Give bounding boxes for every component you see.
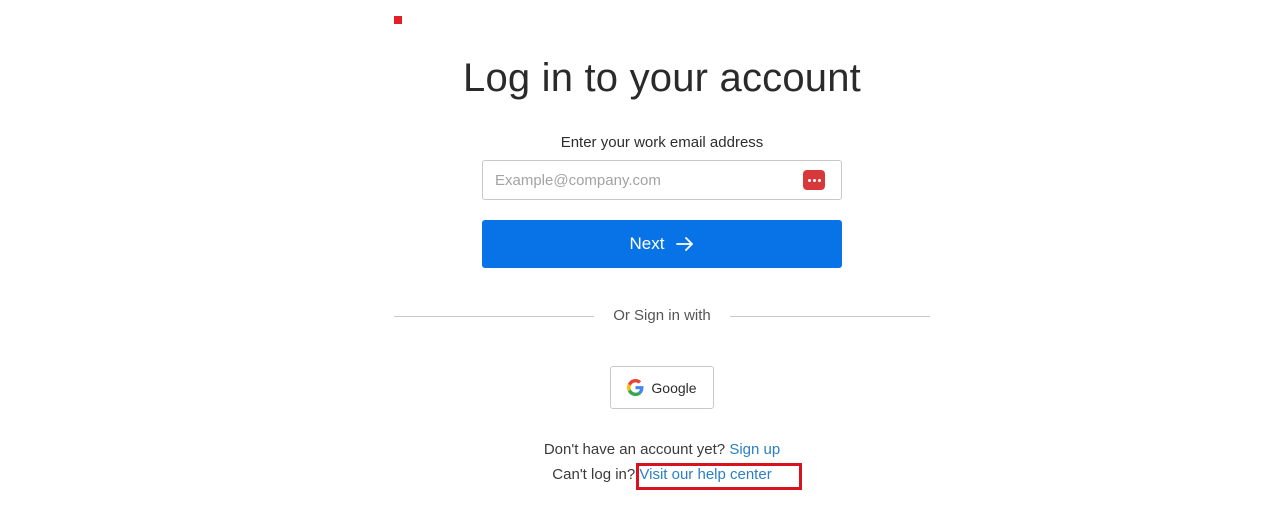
password-manager-icon[interactable]	[803, 170, 825, 190]
email-field-container[interactable]	[482, 160, 842, 200]
google-signin-button[interactable]: Google	[610, 366, 714, 409]
divider-right	[730, 316, 930, 317]
email-input[interactable]	[483, 161, 793, 199]
or-sign-in-with-text: Or Sign in with	[613, 307, 711, 324]
google-logo-icon	[627, 379, 644, 396]
google-button-label: Google	[651, 379, 697, 396]
brand-mark	[394, 16, 402, 24]
divider-left	[394, 316, 594, 317]
sign-up-link[interactable]: Sign up	[729, 441, 780, 458]
help-row: Can't log in? Visit our help center	[0, 466, 1282, 483]
arrow-right-icon	[676, 237, 694, 251]
page-title: Log in to your account	[463, 56, 861, 100]
next-button[interactable]: Next	[482, 220, 842, 268]
next-button-label: Next	[629, 234, 665, 253]
help-prompt: Can't log in?	[552, 466, 636, 483]
signup-row: Don't have an account yet? Sign up	[0, 441, 1282, 458]
help-center-link[interactable]: Visit our help center	[639, 466, 771, 483]
signup-prompt: Don't have an account yet?	[543, 441, 726, 458]
email-label: Enter your work email address	[560, 134, 764, 151]
login-page: Log in to your account Enter your work e…	[0, 0, 1282, 510]
